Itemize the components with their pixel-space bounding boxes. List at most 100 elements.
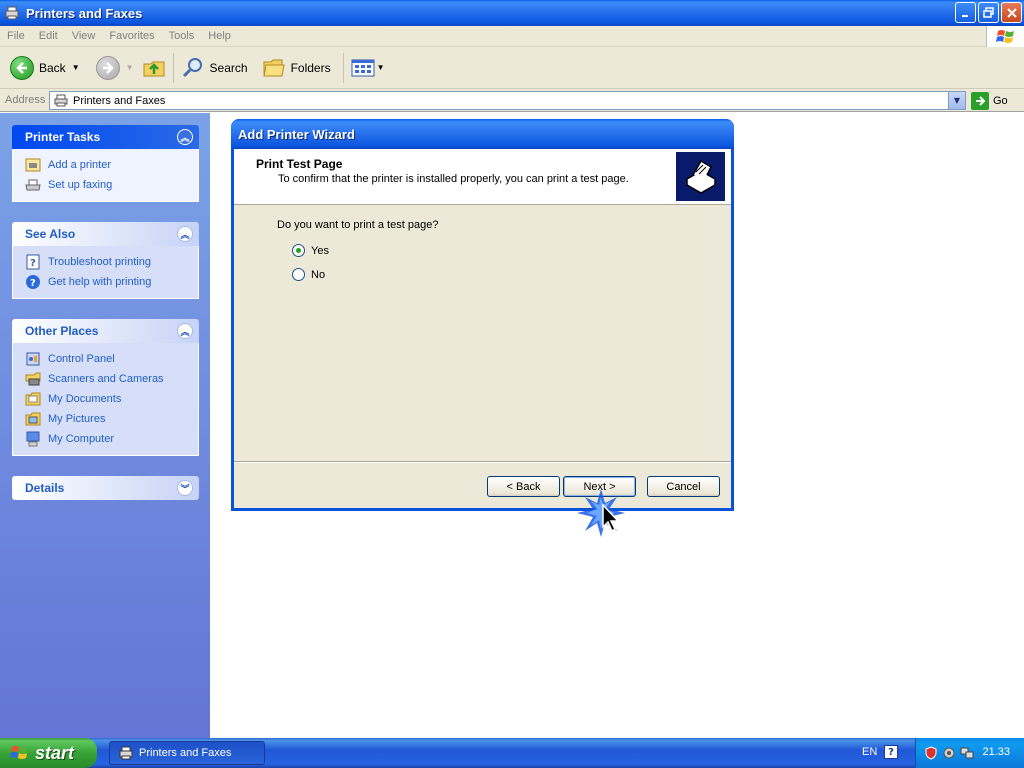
see-also-header[interactable]: See Also ︽ [12,222,199,246]
my-documents-link[interactable]: My Documents [25,389,198,409]
wizard-titlebar[interactable]: Add Printer Wizard [231,119,734,149]
taskbar-item-label: Printers and Faxes [139,747,232,759]
scanners-cameras-link[interactable]: Scanners and Cameras [25,369,198,389]
printer-folder-icon [119,746,133,760]
radio-yes-button[interactable] [292,244,305,257]
help-book-icon: ? [25,254,41,270]
start-button[interactable]: start [0,738,97,768]
search-icon [182,57,202,77]
back-arrow-icon [10,55,34,80]
details-title: Details [25,481,65,495]
address-value: Printers and Faxes [73,94,166,107]
setup-faxing-label: Set up faxing [48,179,113,191]
address-dropdown-button[interactable]: ▼ [948,92,965,109]
minimize-button[interactable] [955,2,976,23]
menu-edit[interactable]: Edit [32,30,65,42]
clock[interactable]: 21.33 [982,746,1010,758]
window-titlebar[interactable]: Printers and Faxes [0,0,1024,26]
taskbar-item-printers-faxes[interactable]: Printers and Faxes [109,741,265,765]
menu-file[interactable]: File [0,30,32,42]
mouse-cursor-icon [577,489,625,537]
other-places-header[interactable]: Other Places ︽ [12,319,199,343]
menu-view[interactable]: View [65,30,103,42]
menu-help[interactable]: Help [201,30,238,42]
go-arrow-icon [971,91,989,110]
details-panel: Details ︾ [12,476,199,500]
help-icon[interactable]: ? [884,745,898,759]
fax-icon [25,177,41,193]
collapse-up-icon[interactable]: ︽ [177,323,193,339]
folders-button[interactable]: Folders [258,50,335,86]
radio-no-button[interactable] [292,268,305,281]
chevron-down-icon[interactable]: ▼ [126,63,134,72]
details-header[interactable]: Details ︾ [12,476,199,500]
add-printer-wizard-dialog: Add Printer Wizard Print Test Page To co… [231,119,734,511]
go-button[interactable]: Go [971,91,1008,110]
wizard-back-button[interactable]: < Back [487,476,560,497]
control-panel-icon [25,351,41,367]
back-button[interactable]: Back ▼ [6,50,84,86]
troubleshoot-printing-label: Troubleshoot printing [48,256,151,268]
other-places-panel: Other Places ︽ Control Panel Scanners an… [12,319,199,456]
radio-yes[interactable]: Yes [292,244,329,257]
see-also-title: See Also [25,227,76,241]
network-icon[interactable] [960,746,974,760]
chevron-down-icon: ▼ [953,96,961,105]
search-button[interactable]: Search [177,50,252,86]
expand-down-icon[interactable]: ︾ [177,480,193,496]
my-computer-link[interactable]: My Computer [25,429,198,449]
address-label: Address [5,94,46,106]
forward-button[interactable]: ▼ [92,50,138,86]
language-indicator[interactable]: EN [862,746,877,758]
my-computer-label: My Computer [48,433,115,445]
my-pictures-link[interactable]: My Pictures [25,409,198,429]
address-bar: Address Printers and Faxes ▼ Go [0,89,1024,112]
taskbar: start Printers and Faxes EN ? 21.33 [0,738,1024,768]
close-icon [1006,7,1017,18]
security-shield-icon[interactable] [924,746,938,760]
wizard-header: Print Test Page To confirm that the prin… [234,149,731,205]
toolbar-separator [172,52,174,83]
volume-icon[interactable] [942,746,956,760]
address-input[interactable]: Printers and Faxes ▼ [49,91,966,110]
collapse-up-icon[interactable]: ︽ [177,129,193,145]
back-label: Back [39,60,66,75]
wizard-header-title: Print Test Page [256,157,343,171]
chevron-down-icon[interactable]: ▼ [72,63,80,72]
scanner-camera-icon [25,371,41,387]
printer-icon [676,152,725,201]
restore-button[interactable] [978,2,999,23]
svg-text:?: ? [30,278,36,289]
troubleshoot-printing-link[interactable]: ? Troubleshoot printing [25,252,198,272]
wizard-separator [234,461,731,463]
close-button[interactable] [1001,2,1022,23]
radio-no[interactable]: No [292,268,325,281]
menu-tools[interactable]: Tools [162,30,202,42]
printer-tasks-header[interactable]: Printer Tasks ︽ [12,125,199,149]
collapse-up-icon[interactable]: ︽ [177,226,193,242]
views-button[interactable]: ▼ [347,50,389,86]
my-pictures-icon [25,411,41,427]
help-printing-link[interactable]: ? Get help with printing [25,272,198,292]
menu-bar: File Edit View Favorites Tools Help [0,26,1024,47]
add-printer-link[interactable]: Add a printer [25,155,198,175]
printer-tasks-panel: Printer Tasks ︽ Add a printer Set up fax… [12,125,199,202]
wizard-cancel-button[interactable]: Cancel [647,476,720,497]
printer-folder-icon [54,94,68,106]
folders-label: Folders [290,60,331,75]
radio-yes-label: Yes [311,244,329,257]
radio-selected-dot [296,248,301,253]
menu-favorites[interactable]: Favorites [102,30,161,42]
up-folder-button[interactable] [138,50,170,86]
my-pictures-label: My Pictures [48,413,106,425]
other-places-title: Other Places [25,324,99,338]
wizard-question: Do you want to print a test page? [277,219,439,231]
system-tray: 21.33 [915,738,1024,768]
windows-flag-icon [995,29,1014,43]
control-panel-link[interactable]: Control Panel [25,349,198,369]
setup-faxing-link[interactable]: Set up faxing [25,175,198,195]
task-pane: Printer Tasks ︽ Add a printer Set up fax… [0,113,210,738]
wizard-title: Add Printer Wizard [238,126,355,142]
search-label: Search [209,60,248,75]
chevron-down-icon[interactable]: ▼ [377,63,385,72]
